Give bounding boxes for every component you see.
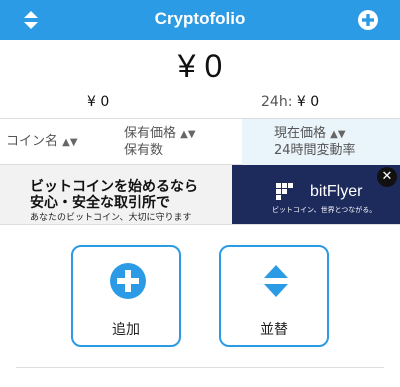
column-current-price-label: 現在価格 (274, 126, 327, 141)
add-circle-icon (110, 263, 146, 299)
ad-headline-2: 安心・安全な取引所で (30, 195, 170, 211)
ad-brand-tagline: ビットコイン、世界とつながる。 (272, 206, 377, 214)
app-title: Cryptofolio (154, 9, 246, 28)
column-holding-price-label: 保有価格 (124, 126, 177, 141)
ad-subline: あなたのビットコイン、大切に守ります (30, 213, 192, 223)
reorder-button[interactable]: 並替 (219, 245, 329, 347)
holding-value: ¥ 0 (87, 94, 110, 110)
add-button-label: 追加 (112, 322, 140, 338)
change-24h-summary: 24h: ¥ 0 (261, 94, 319, 110)
reorder-button-label: 並替 (260, 322, 288, 338)
sort-arrows-icon (264, 265, 288, 297)
ad-brand-panel: bitFlyer ビットコイン、世界とつながる。 (232, 165, 400, 224)
add-circle-icon[interactable] (357, 9, 379, 31)
add-button[interactable]: 追加 (71, 245, 181, 347)
column-current-price[interactable]: 現在価格 ▲▼ 24時間変動率 (274, 126, 356, 159)
sort-icon: ▲▼ (62, 137, 78, 148)
ad-brand-name: bitFlyer (310, 183, 363, 200)
portfolio-total: ¥ 0 (177, 48, 223, 84)
column-coin-name-label: コイン名 (6, 134, 59, 149)
change-24h-label: 24h: (261, 94, 293, 110)
change-24h-value: ¥ 0 (296, 94, 320, 110)
sort-icon: ▲▼ (330, 129, 346, 140)
column-coin-name[interactable]: コイン名 ▲▼ (6, 134, 78, 151)
ad-banner[interactable]: ビットコインを始めるなら 安心・安全な取引所で あなたのビットコイン、大切に守り… (0, 165, 400, 225)
sort-icon: ▲▼ (180, 129, 196, 140)
app-header: Cryptofolio (0, 0, 400, 40)
column-header-row: コイン名 ▲▼ 保有価格 ▲▼ 保有数 現在価格 ▲▼ 24時間変動率 (0, 118, 400, 165)
column-change-24h-label: 24時間変動率 (274, 143, 356, 158)
bitflyer-logo-icon (276, 183, 293, 200)
column-holding[interactable]: 保有価格 ▲▼ 保有数 (124, 126, 196, 159)
divider (16, 367, 384, 368)
column-holding-qty-label: 保有数 (124, 143, 164, 158)
ad-close-icon[interactable]: ✕ (377, 167, 397, 187)
